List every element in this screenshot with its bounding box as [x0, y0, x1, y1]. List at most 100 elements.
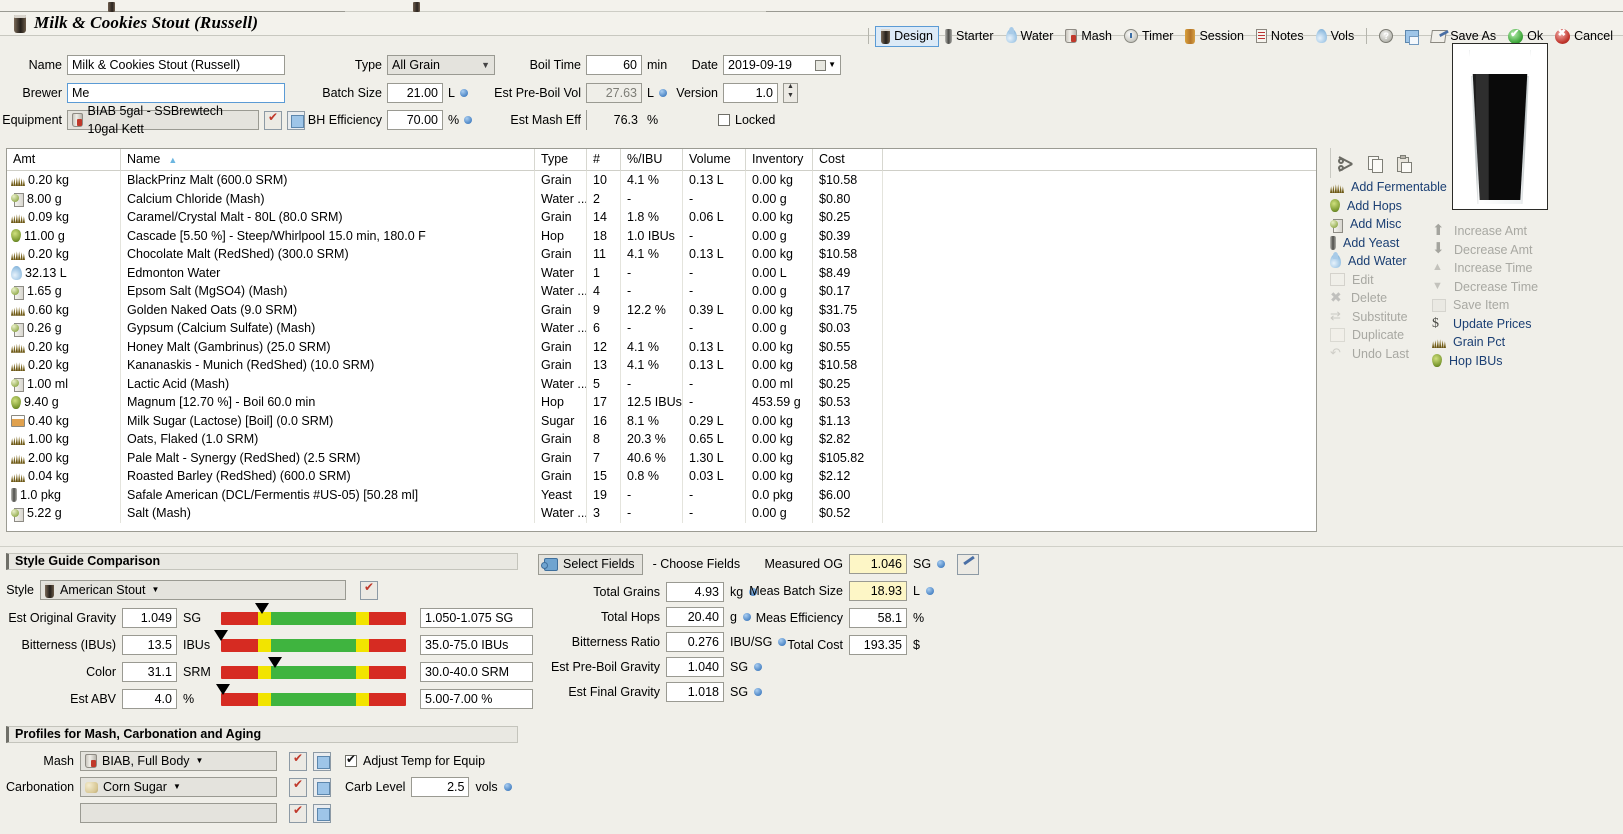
table-row[interactable]: 0.40 kg Milk Sugar (Lactose) [Boil] (0.0 …	[7, 411, 1316, 430]
measured-stat-value[interactable]	[849, 635, 907, 655]
mash-check-button[interactable]	[289, 751, 307, 771]
table-row[interactable]: 0.26 g Gypsum (Calcium Sulfate) (Mash) Wat…	[7, 319, 1316, 338]
cell-inventory: 0.00 kg	[745, 356, 812, 375]
carb-level-dot-icon[interactable]	[503, 783, 512, 791]
style-row-value[interactable]	[122, 662, 177, 682]
measured-stat-unit-dot-icon[interactable]	[925, 587, 934, 595]
column-header-number[interactable]: #	[586, 148, 620, 171]
aging-combo[interactable]	[80, 803, 277, 823]
column-header-pct-ibu[interactable]: %/IBU	[620, 148, 682, 171]
cancel-button[interactable]: Cancel	[1549, 26, 1619, 47]
column-header-type[interactable]: Type	[534, 148, 586, 171]
table-row[interactable]: 0.20 kg BlackPrinz Malt (600.0 SRM) Grain 1…	[7, 171, 1316, 190]
measured-stat-value[interactable]	[849, 581, 907, 601]
table-row[interactable]: 0.20 kg Honey Malt (Gambrinus) (25.0 SRM)…	[7, 337, 1316, 356]
style-row-value[interactable]	[122, 608, 177, 628]
help-button[interactable]: ?	[1373, 26, 1399, 47]
cell-pct-ibu: 8.1 %	[620, 411, 682, 430]
adjust-temp-checkbox[interactable]	[345, 752, 357, 767]
mash-save-button[interactable]	[313, 751, 331, 771]
chevron-down-icon[interactable]: ▼	[828, 56, 836, 74]
name-input[interactable]	[67, 55, 285, 75]
save-button[interactable]	[1399, 26, 1425, 47]
measured-stat-value[interactable]	[849, 608, 907, 628]
aging-check-button[interactable]	[289, 803, 307, 823]
column-header-cost[interactable]: Cost	[812, 148, 882, 171]
equipment-combo[interactable]: BIAB 5gal - SSBrewtech 10gal Kett	[67, 104, 259, 136]
tab-starter[interactable]: Starter	[939, 26, 1000, 47]
cell-cost: $0.52	[812, 504, 882, 523]
misc-icon	[11, 322, 24, 337]
table-row[interactable]: 2.00 kg Pale Malt - Synergy (RedShed) (2.…	[7, 448, 1316, 467]
table-row[interactable]: 0.60 kg Golden Naked Oats (9.0 SRM) Grain 9…	[7, 300, 1316, 319]
style-check-button[interactable]	[360, 580, 378, 600]
column-header-inventory[interactable]: Inventory	[745, 148, 812, 171]
action-grain-pct[interactable]: Grain Pct	[1432, 333, 1622, 352]
cell-pct-ibu: 0.8 %	[620, 467, 682, 486]
cell-inventory: 0.00 kg	[745, 467, 812, 486]
column-header-volume[interactable]: Volume	[682, 148, 745, 171]
est-pre-boil-vol-label: Est Pre-Boil Vol	[494, 86, 581, 100]
calendar-icon[interactable]	[815, 59, 827, 71]
scissors-icon[interactable]	[1338, 155, 1357, 173]
ingredients-grid[interactable]: Amt Name ▲ Type # %/IBU Volume Inventory …	[6, 148, 1317, 532]
table-row[interactable]: 1.0 pkg Safale American (DCL/Fermentis #U…	[7, 485, 1316, 504]
tab-starter-label: Starter	[955, 29, 994, 43]
carbonation-save-button[interactable]	[313, 777, 331, 797]
table-row[interactable]: 11.00 g Cascade [5.50 %] - Steep/Whirlpoo…	[7, 226, 1316, 245]
table-row[interactable]: 8.00 g Calcium Chloride (Mash) Water ... 2-…	[7, 189, 1316, 208]
version-stepper[interactable]	[783, 83, 798, 103]
bh-efficiency-input[interactable]	[387, 110, 443, 130]
table-row[interactable]: 0.20 kg Chocolate Malt (RedShed) (300.0 S…	[7, 245, 1316, 264]
select-fields-button[interactable]: Select Fields	[538, 553, 643, 575]
brewer-input[interactable]	[67, 83, 285, 103]
column-header-name[interactable]: Name ▲	[120, 148, 534, 171]
date-picker[interactable]: 2019-09-19 ▼	[723, 55, 841, 75]
style-combo[interactable]: American Stout ▼	[40, 580, 346, 600]
measured-stat-unit-dot-icon[interactable]	[937, 560, 946, 568]
table-row[interactable]: 32.13 L Edmonton Water Water 1- -0.00 L $8.49	[7, 263, 1316, 282]
tab-timer[interactable]: Timer	[1118, 26, 1179, 47]
locked-checkbox[interactable]	[718, 114, 730, 126]
corn-sugar-icon	[85, 781, 98, 793]
batch-size-unit-dot-icon[interactable]	[459, 89, 468, 97]
table-row[interactable]: 5.22 g Salt (Mash) Water ... 3- -0.00 g $0.52	[7, 504, 1316, 523]
sort-ascending-icon: ▲	[168, 154, 178, 165]
tab-session[interactable]: Session	[1179, 26, 1249, 47]
version-input[interactable]	[723, 83, 778, 103]
tab-vols[interactable]: Vols	[1310, 26, 1361, 47]
tab-water[interactable]: Water	[1000, 26, 1060, 47]
measured-stat-row: Meas Batch Size L	[735, 579, 934, 603]
batch-size-input[interactable]	[387, 83, 443, 103]
eyedropper-button[interactable]	[957, 553, 980, 575]
carbonation-check-button[interactable]	[289, 777, 307, 797]
table-row[interactable]: 1.00 ml Lactic Acid (Mash) Water ... 5- -0.0…	[7, 374, 1316, 393]
copy-icon[interactable]	[1368, 155, 1385, 173]
style-row-value[interactable]	[122, 689, 177, 709]
equipment-check-button[interactable]	[264, 110, 282, 130]
tab-mash[interactable]: Mash	[1059, 26, 1118, 47]
table-row[interactable]: 9.40 g Magnum [12.70 %] - Boil 60.0 min Ho…	[7, 393, 1316, 412]
column-header-amt[interactable]: Amt	[7, 149, 120, 171]
carbonation-combo[interactable]: Corn Sugar ▼	[80, 777, 277, 797]
table-row[interactable]: 0.20 kg Kananaskis - Munich (RedShed) (10…	[7, 356, 1316, 375]
table-row[interactable]: 0.04 kg Roasted Barley (RedShed) (600.0 S…	[7, 467, 1316, 486]
stat-unit-dot-icon[interactable]	[754, 663, 763, 671]
cell-filler	[882, 245, 1316, 264]
mash-combo[interactable]: BIAB, Full Body ▼	[80, 751, 277, 771]
stat-unit-dot-icon[interactable]	[754, 688, 763, 696]
measured-stat-value[interactable]	[849, 554, 907, 574]
tab-design[interactable]: Design	[875, 25, 939, 47]
est-pre-boil-vol-dot-icon[interactable]	[658, 89, 667, 97]
style-row-value[interactable]	[122, 635, 177, 655]
table-row[interactable]: 1.00 kg Oats, Flaked (1.0 SRM) Grain 8 20.3 …	[7, 430, 1316, 449]
action-update-prices[interactable]: $ Update Prices	[1432, 315, 1622, 334]
action-hop-ibus[interactable]: Hop IBUs	[1432, 352, 1622, 371]
table-row[interactable]: 1.65 g Epsom Salt (MgSO4) (Mash) Water ...…	[7, 282, 1316, 301]
paste-icon[interactable]	[1396, 154, 1413, 173]
tab-notes[interactable]: Notes	[1250, 26, 1310, 47]
boil-time-input[interactable]	[586, 55, 642, 75]
carb-level-input[interactable]	[411, 777, 470, 797]
aging-save-button[interactable]	[313, 803, 331, 823]
table-row[interactable]: 0.09 kg Caramel/Crystal Malt - 80L (80.0 …	[7, 208, 1316, 227]
